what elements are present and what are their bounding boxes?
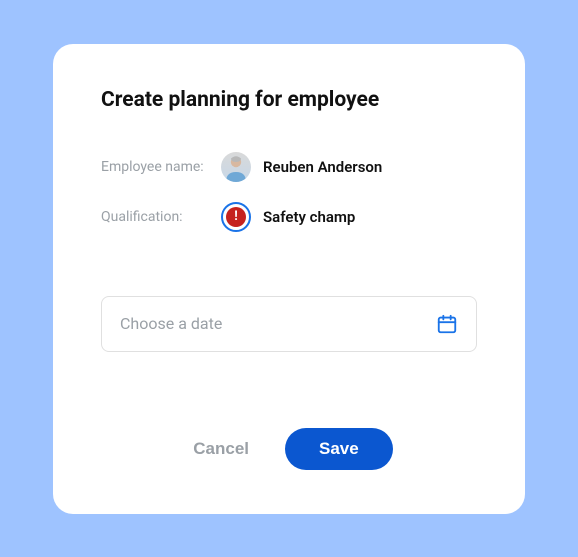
employee-row: Employee name: Reuben Anderson	[101, 152, 477, 182]
save-button[interactable]: Save	[285, 428, 393, 470]
employee-label: Employee name:	[101, 159, 221, 175]
date-input[interactable]: Choose a date	[101, 296, 477, 352]
alert-badge-icon: !	[221, 202, 251, 232]
qualification-label: Qualification:	[101, 209, 221, 225]
employee-name: Reuben Anderson	[263, 158, 382, 176]
employee-value-group: Reuben Anderson	[221, 152, 382, 182]
dialog-title: Create planning for employee	[101, 88, 477, 112]
date-placeholder: Choose a date	[120, 314, 222, 333]
calendar-icon	[436, 313, 458, 335]
cancel-button[interactable]: Cancel	[185, 429, 257, 469]
create-planning-dialog: Create planning for employee Employee na…	[53, 44, 525, 514]
employee-avatar	[221, 152, 251, 182]
qualification-name: Safety champ	[263, 208, 355, 226]
qualification-row: Qualification: ! Safety champ	[101, 202, 477, 232]
qualification-value-group: ! Safety champ	[221, 202, 355, 232]
dialog-actions: Cancel Save	[101, 428, 477, 474]
